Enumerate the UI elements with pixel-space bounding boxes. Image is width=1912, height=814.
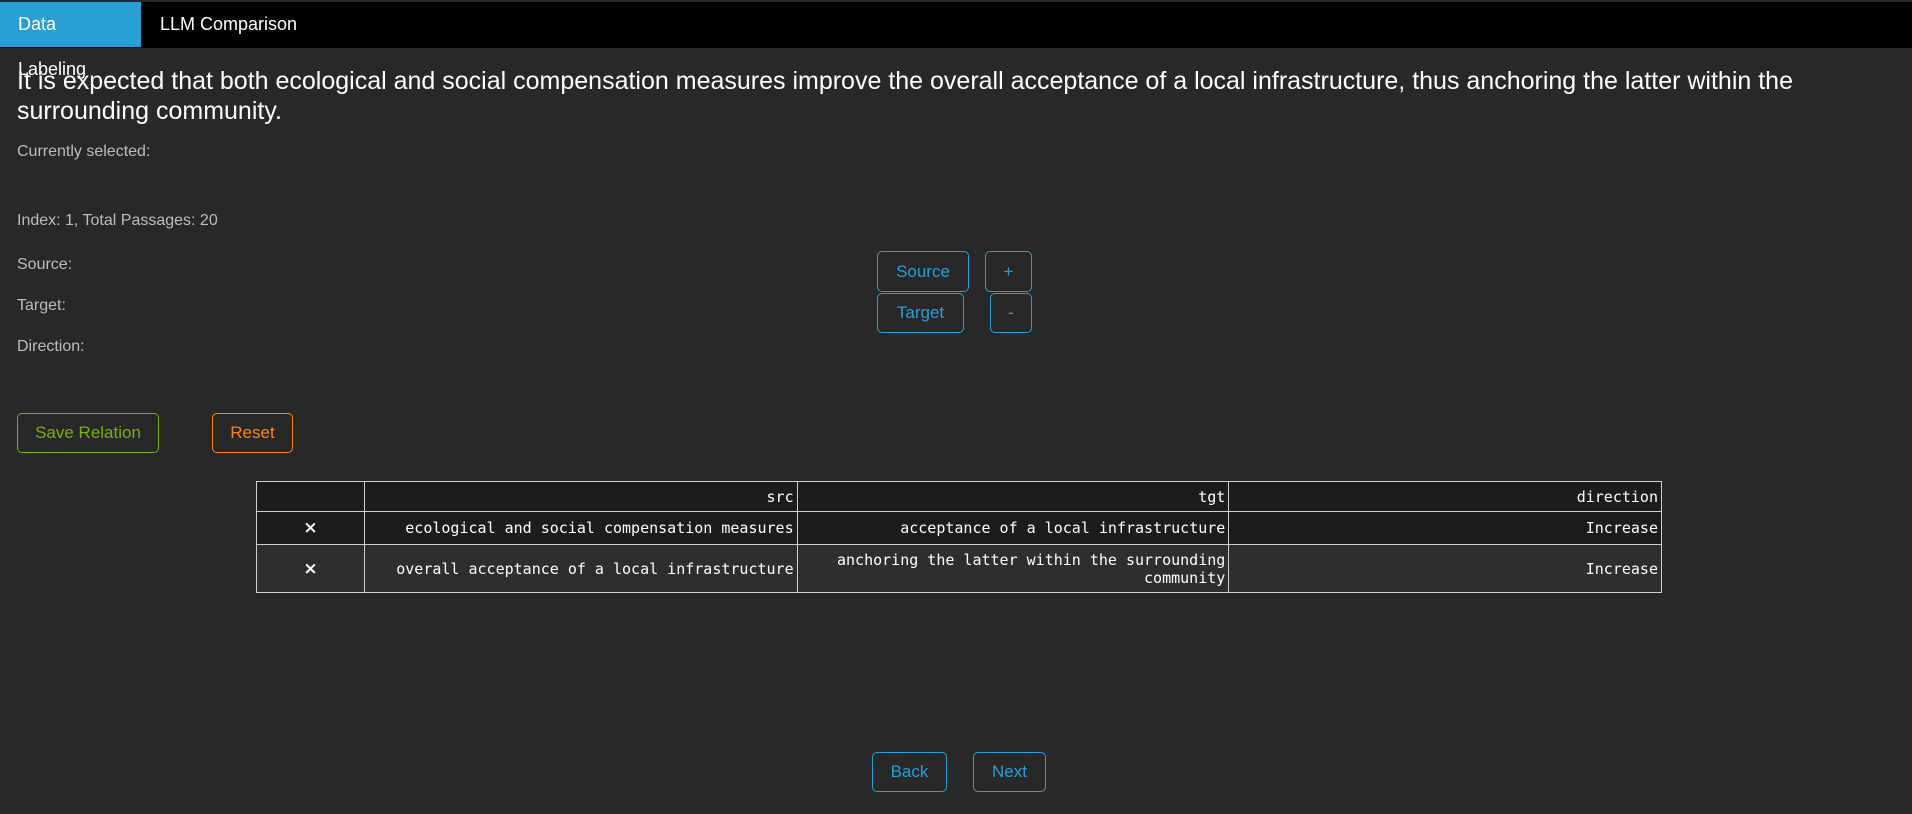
table-row: × ecological and social compensation mea… [256, 511, 1662, 545]
header-src: src [363, 481, 798, 512]
header-tgt: tgt [796, 481, 1230, 512]
next-button[interactable]: Next [973, 752, 1046, 792]
tab-bar: Data Labeling LLM Comparison [0, 2, 1912, 79]
plus-button[interactable]: + [985, 251, 1032, 292]
target-label: Target: [17, 297, 66, 314]
cell-tgt: anchoring the latter within the surround… [796, 544, 1230, 593]
table-header-row: src tgt direction [256, 481, 1662, 512]
cell-tgt: acceptance of a local infrastructure [796, 511, 1230, 545]
table-row: × overall acceptance of a local infrastr… [256, 544, 1662, 593]
index-label: Index: 1, Total Passages: 20 [17, 212, 218, 229]
source-button[interactable]: Source [877, 251, 969, 292]
header-delete [256, 481, 365, 512]
cell-direction: Increase [1228, 544, 1662, 593]
header-direction: direction [1228, 481, 1662, 512]
tab-data-labeling[interactable]: Data Labeling [0, 2, 141, 79]
source-label: Source: [17, 256, 73, 273]
cell-direction: Increase [1228, 511, 1662, 545]
currently-selected-label: Currently selected: [17, 143, 151, 160]
passage-text[interactable]: It is expected that both ecological and … [17, 66, 1897, 126]
target-button[interactable]: Target [877, 293, 964, 333]
minus-button[interactable]: - [990, 293, 1032, 333]
cell-src: ecological and social compensation measu… [363, 511, 798, 545]
delete-row-icon[interactable]: × [256, 544, 365, 593]
save-relation-button[interactable]: Save Relation [17, 413, 159, 453]
cell-src: overall acceptance of a local infrastruc… [363, 544, 798, 593]
tab-llm-comparison[interactable]: LLM Comparison [142, 2, 315, 47]
direction-label: Direction: [17, 338, 85, 355]
delete-row-icon[interactable]: × [256, 511, 365, 545]
reset-button[interactable]: Reset [212, 413, 293, 453]
back-button[interactable]: Back [872, 752, 947, 792]
relations-table: src tgt direction × ecological and socia… [256, 481, 1662, 593]
